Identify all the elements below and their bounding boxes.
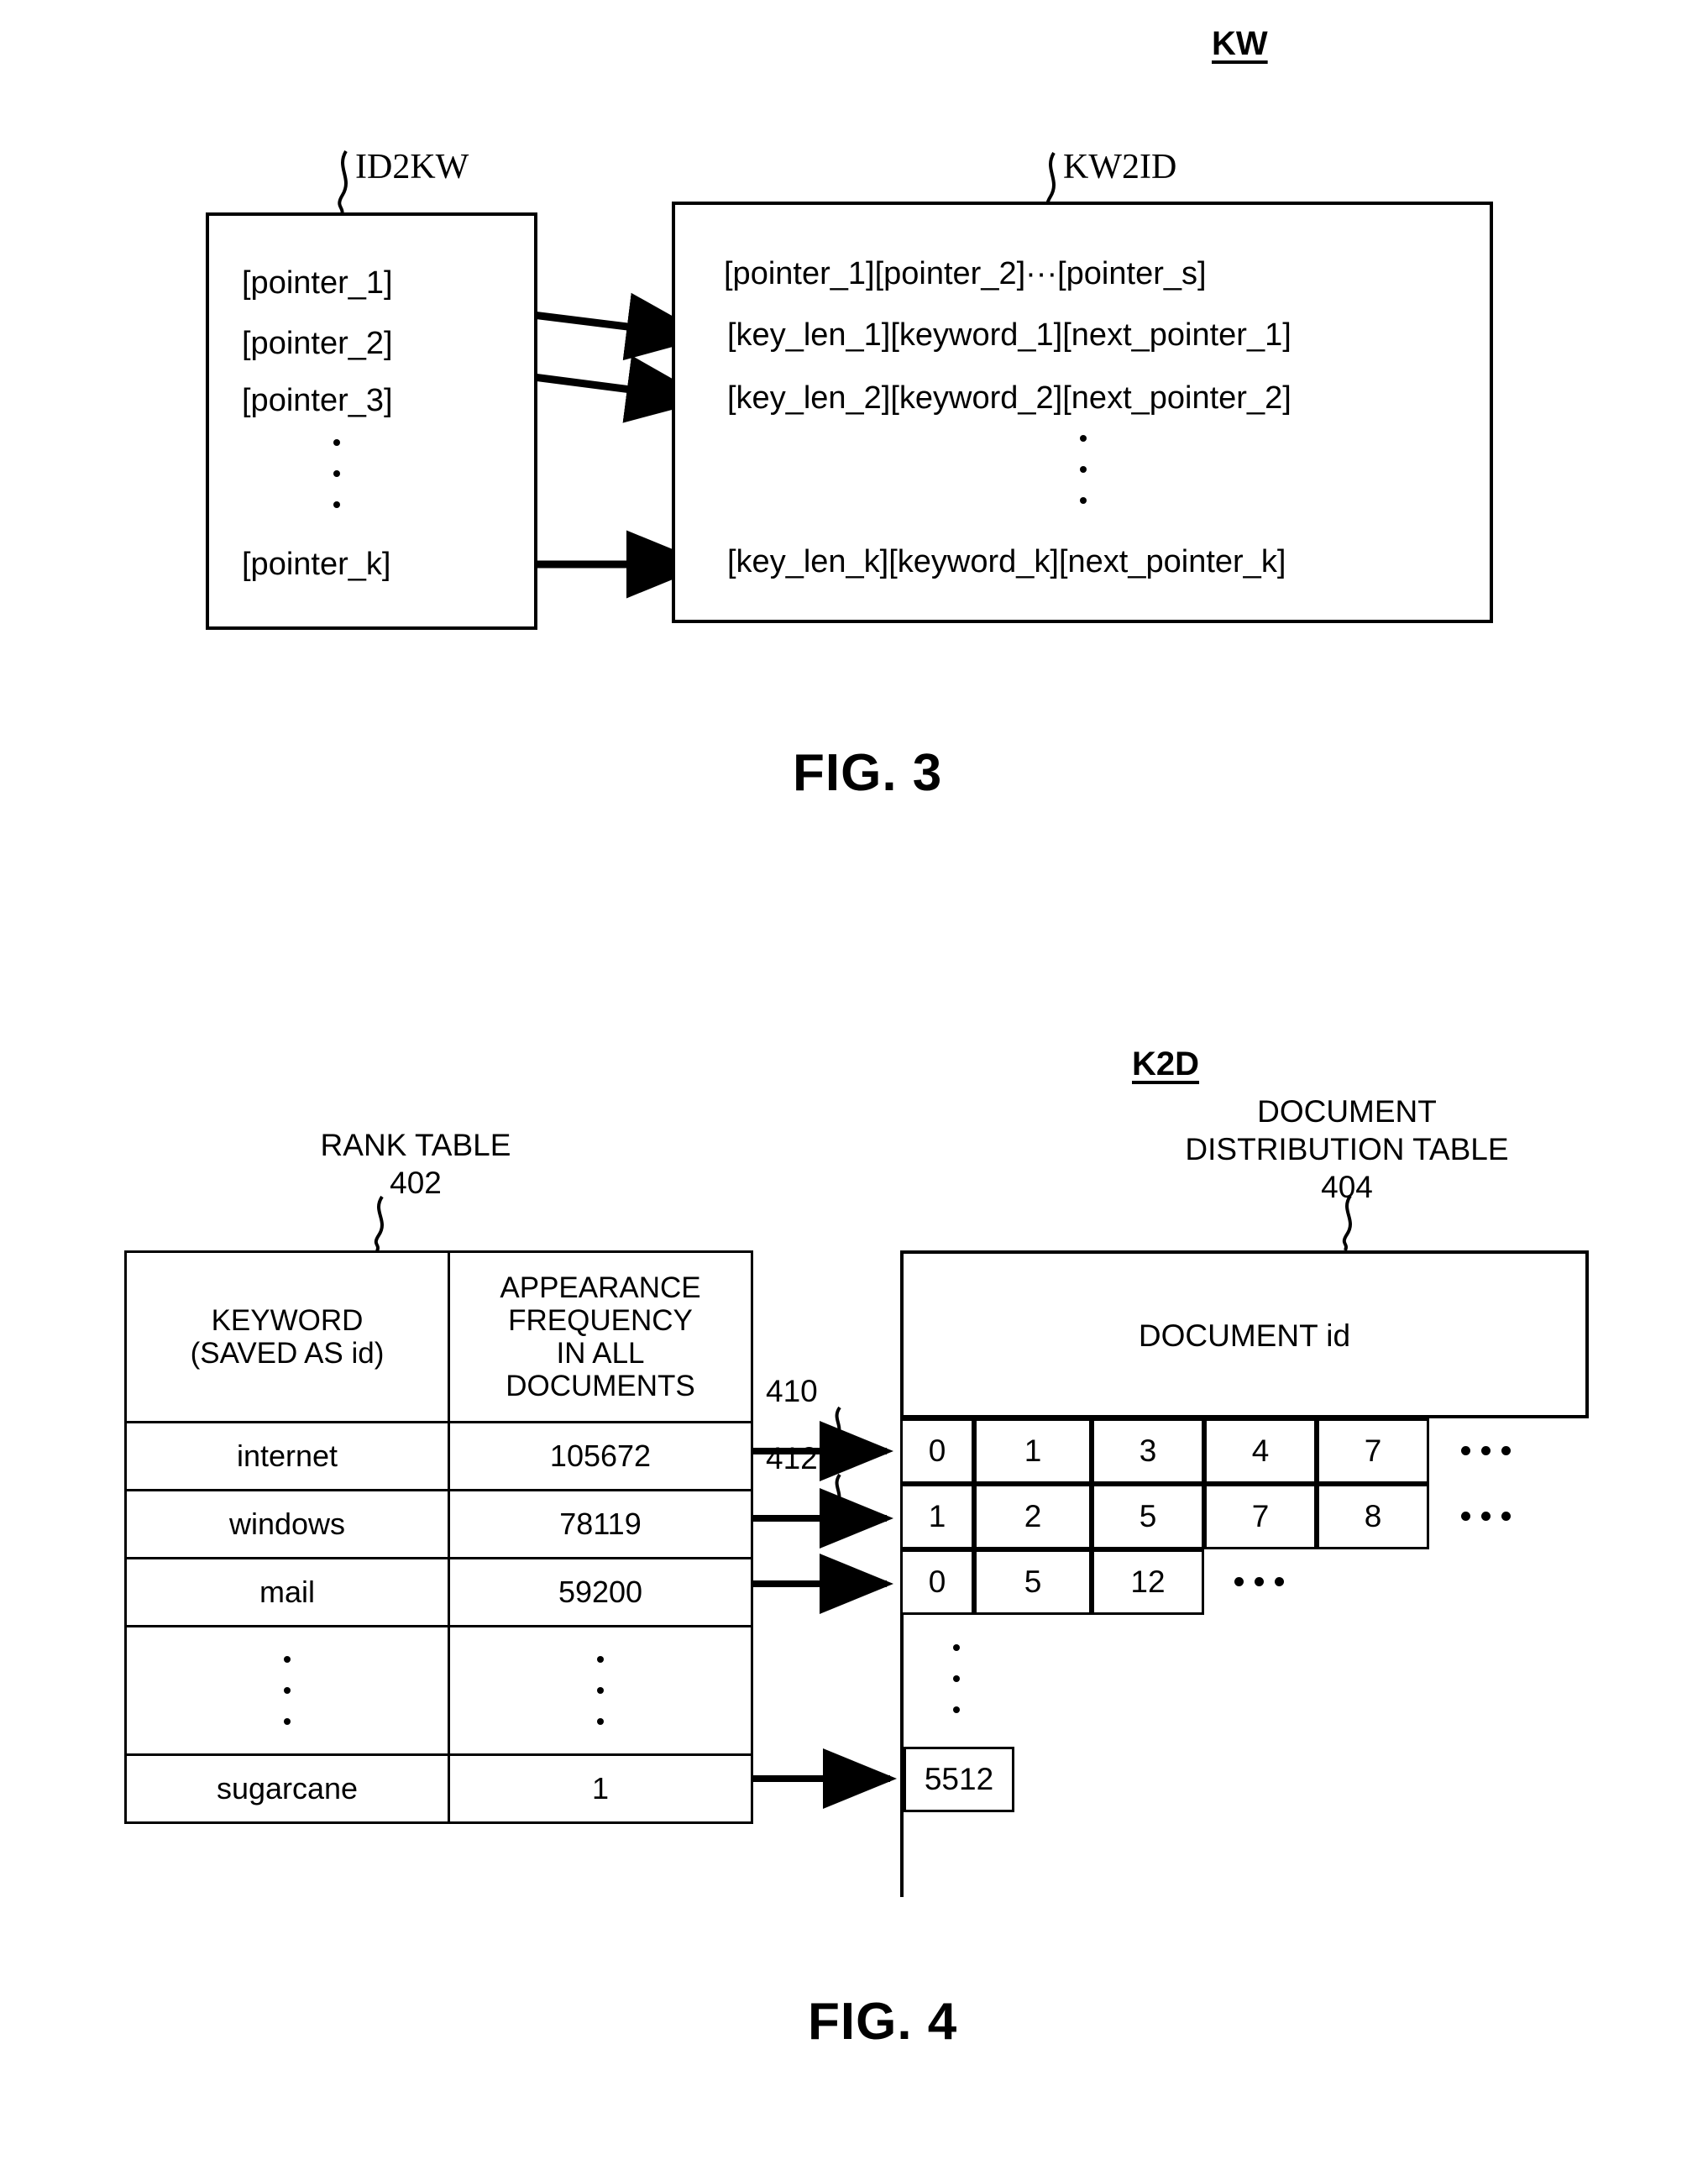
dist-cell-r2-c0: 0 [900,1549,974,1615]
rank-row-1-keyword: windows [124,1489,450,1559]
dist-cell-r0-c1: 1 [974,1418,1092,1484]
dist-row-2-ellipsis [1234,1577,1284,1586]
rank-table: KEYWORD (SAVED AS id) APPEARANCE FREQUEN… [124,1250,753,1824]
id2kw-row-pointer-2: [pointer_2] [242,326,393,361]
dist-cell-r2-c1: 5 [974,1549,1092,1615]
dist-cell-r0-c0: 0 [900,1418,974,1484]
kw2id-header-row: [pointer_1][pointer_2]···[pointer_s] [724,256,1207,291]
id2kw-row-pointer-k: [pointer_k] [242,547,391,582]
dist-cell-r0-c2: 3 [1092,1418,1204,1484]
id2kw-row-pointer-1: [pointer_1] [242,265,393,301]
arrow-ref-412: 412 [766,1441,818,1475]
rank-row-ellipsis-keyword [124,1625,450,1756]
table-row: windows 78119 [124,1489,753,1559]
rank-row-0-frequency: 105672 [448,1421,753,1491]
kw2id-vertical-ellipsis [1079,435,1087,504]
distribution-table-ref: 404 [1321,1169,1373,1204]
rank-row-2-keyword: mail [124,1557,450,1627]
figure4-group-tag: K2D [1132,1046,1200,1082]
distribution-table-title-line1: DOCUMENT [1257,1094,1437,1129]
rank-header-freq-line2: FREQUENCY [508,1303,693,1337]
dist-cell-r1-c0: 1 [900,1484,974,1549]
rank-row-0-keyword: internet [124,1421,450,1491]
rank-row-4-keyword: sugarcane [124,1753,450,1824]
kw2id-row-k: [key_len_k][keyword_k][next_pointer_k] [727,544,1286,579]
dist-cell-r1-c1: 2 [974,1484,1092,1549]
figure3-caption: FIG. 3 [793,744,943,802]
rank-table-title-text: RANK TABLE [320,1128,511,1162]
table-row: sugarcane 1 [124,1753,753,1824]
table-row: internet 105672 [124,1421,753,1491]
dist-row-1-ellipsis [1461,1512,1511,1521]
arrow-ref-410: 410 [766,1374,818,1408]
rank-header-keyword-line1: KEYWORD [211,1303,364,1337]
rank-keyword-vertical-ellipsis [283,1656,291,1725]
dist-cell-r1-c2: 5 [1092,1484,1204,1549]
distribution-table-header: DOCUMENT id [1138,1318,1351,1353]
distribution-vertical-ellipsis [952,1644,961,1713]
kw2id-row-2: [key_len_2][keyword_2][next_pointer_2] [727,380,1291,416]
rank-table-header-row: KEYWORD (SAVED AS id) APPEARANCE FREQUEN… [124,1250,753,1423]
rank-header-keyword-line2: (SAVED AS id) [190,1337,385,1370]
kw2id-row-1: [key_len_1][keyword_1][next_pointer_1] [727,317,1291,353]
dist-cell-r2-c2: 12 [1092,1549,1204,1615]
table-row-ellipsis [124,1625,753,1756]
id2kw-label: ID2KW [355,148,469,186]
rank-table-ref: 402 [390,1165,442,1200]
kw2id-label: KW2ID [1063,148,1177,186]
distribution-table-title-line2: DISTRIBUTION TABLE [1185,1131,1509,1166]
id2kw-row-pointer-3: [pointer_3] [242,383,393,418]
rank-table-header-frequency: APPEARANCE FREQUENCY IN ALL DOCUMENTS [448,1250,753,1423]
table-row: mail 59200 [124,1557,753,1627]
dist-cell-r1-c3: 7 [1204,1484,1317,1549]
dist-cell-r1-c4: 8 [1317,1484,1429,1549]
dist-cell-r0-c4: 7 [1317,1418,1429,1484]
rank-header-freq-line4: DOCUMENTS [506,1370,695,1403]
dist-cell-r0-c3: 4 [1204,1418,1317,1484]
dist-row-0-ellipsis [1461,1446,1511,1455]
rank-row-ellipsis-frequency [448,1625,753,1756]
id2kw-vertical-ellipsis [333,439,341,508]
rank-row-4-frequency: 1 [448,1753,753,1824]
figure3-group-tag: KW [1212,25,1268,62]
rank-table-header-keyword: KEYWORD (SAVED AS id) [124,1250,450,1423]
rank-row-1-frequency: 78119 [448,1489,753,1559]
rank-table-title: RANK TABLE 402 [277,1129,554,1200]
rank-row-2-frequency: 59200 [448,1557,753,1627]
dist-cell-r3-c0: 5512 [904,1747,1014,1812]
rank-frequency-vertical-ellipsis [596,1656,605,1725]
rank-header-freq-line3: IN ALL [556,1337,645,1370]
figure4-caption: FIG. 4 [808,1993,958,2051]
rank-header-freq-line1: APPEARANCE [500,1271,701,1304]
distribution-table-title: DOCUMENT DISTRIBUTION TABLE 404 [1166,1094,1527,1204]
